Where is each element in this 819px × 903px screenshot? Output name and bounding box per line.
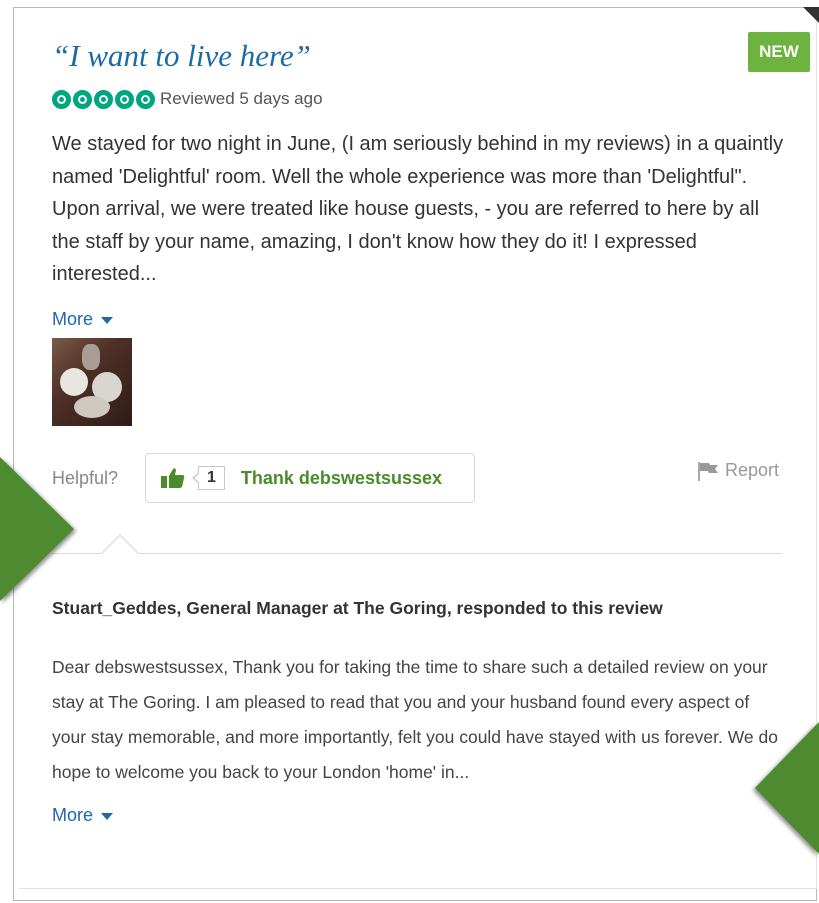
caret-down-icon [101, 317, 114, 324]
rating-bubble-icon [52, 89, 71, 109]
annotation-arrow-right [755, 722, 819, 854]
rating-bubbles [52, 89, 155, 109]
thank-count: 1 [192, 466, 225, 490]
review-photo-thumbnail[interactable] [52, 338, 132, 426]
rating-bubble-icon [115, 89, 134, 109]
caret-down-icon [101, 813, 114, 820]
thumbs-up-icon [161, 468, 185, 488]
new-badge: NEW [748, 32, 810, 72]
response-notch-fill [101, 536, 139, 555]
review-title[interactable]: “I want to live here” [52, 38, 311, 74]
more-label: More [52, 309, 94, 329]
flag-icon [698, 461, 718, 481]
rating-row: Reviewed 5 days ago [52, 89, 323, 109]
report-button[interactable]: Report [697, 460, 779, 481]
review-date: Reviewed 5 days ago [160, 89, 323, 108]
responder-heading: Stuart_Geddes, General Manager at The Go… [52, 598, 663, 618]
thank-label: Thank debswestsussex [240, 467, 442, 488]
rating-bubble-icon [73, 89, 92, 109]
rating-bubble-icon [136, 89, 155, 109]
response-text: Dear debswestsussex, Thank you for takin… [52, 657, 778, 782]
corner-decoration [803, 7, 819, 23]
rating-bubble-icon [94, 89, 113, 109]
annotation-arrow-left [0, 457, 74, 601]
more-label: More [52, 805, 94, 825]
review-text: We stayed for two night in June, (I am s… [52, 133, 784, 285]
response-more-link[interactable]: More [52, 805, 114, 826]
thank-button[interactable]: 1 Thank debswestsussex [145, 453, 475, 503]
report-label: Report [725, 460, 780, 480]
divider [52, 553, 782, 554]
review-more-link[interactable]: More [52, 309, 114, 330]
